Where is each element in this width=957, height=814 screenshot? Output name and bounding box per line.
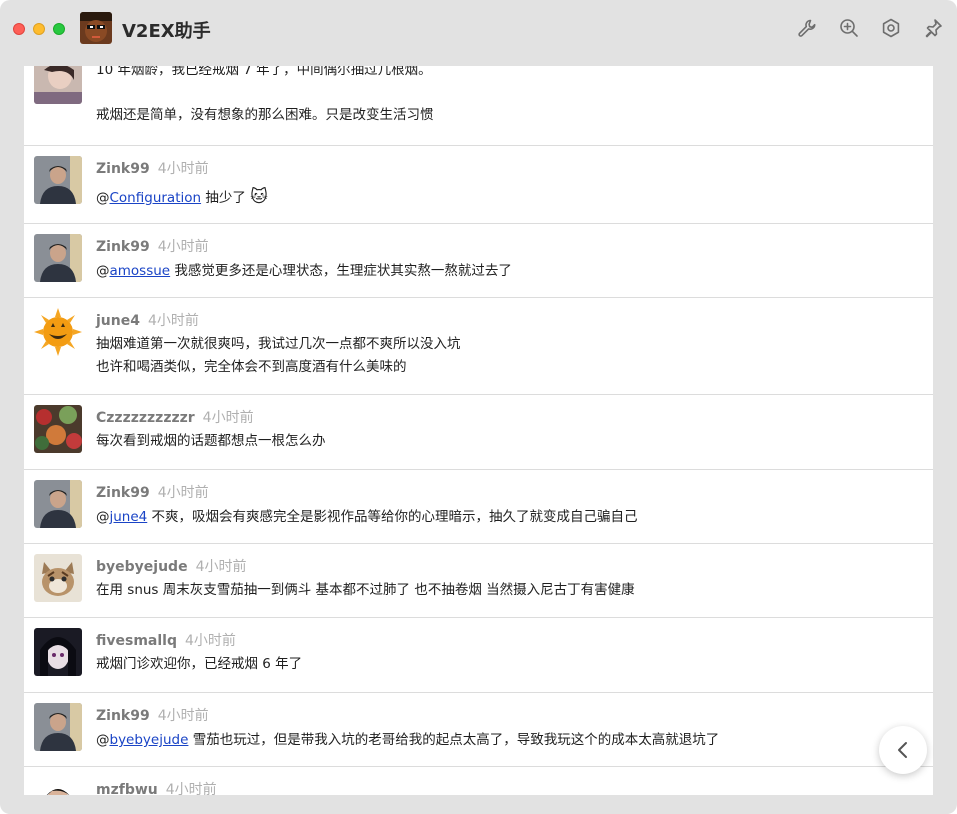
reply-text-body: 我感觉更多还是心理状态，生理症状其实熬一熬就过去了 — [170, 263, 512, 279]
username-link[interactable]: fivesmallq — [96, 633, 177, 649]
reply-item: byebyejude 4小时前 在用 snus 周末灰支雪茄抽一到俩斗 基本都不过… — [24, 544, 933, 618]
username-link[interactable]: Zink99 — [96, 708, 150, 724]
reply-text: 在用 snus 周末灰支雪茄抽一到俩斗 基本都不过肺了 也不抽卷烟 当然摄入尼古… — [96, 582, 635, 598]
user-avatar[interactable] — [34, 405, 82, 453]
reply-item: Czzzzzzzzzzr 4小时前 每次看到戒烟的话题都想点一根怎么办 — [24, 395, 933, 470]
app-window: V2EX助手 10 年烟龄，我已经戒烟 7 年了，中间偶尔抽过几根烟。 戒烟还是… — [0, 0, 957, 814]
zoom-in-icon[interactable] — [838, 17, 860, 39]
reply-time: 4小时前 — [157, 239, 209, 255]
reply-text: @byebyejude 雪茄也玩过，但是带我入坑的老哥给我的起点太高了，导致我玩… — [96, 729, 719, 752]
reply-text: 也许和喝酒类似，完全体会不到高度酒有什么美味的 — [96, 359, 407, 375]
user-avatar[interactable] — [34, 234, 82, 282]
username-link[interactable]: byebyejude — [96, 559, 188, 575]
user-avatar[interactable] — [34, 703, 82, 751]
reply-text: 10 年烟龄，我已经戒烟 7 年了，中间偶尔抽过几根烟。 — [96, 66, 432, 78]
user-avatar[interactable] — [34, 628, 82, 676]
at-sign: @ — [96, 509, 110, 525]
user-avatar[interactable] — [34, 308, 82, 356]
mention-link[interactable]: amossue — [110, 263, 171, 279]
username-link[interactable]: Czzzzzzzzzzr — [96, 410, 195, 426]
settings-icon[interactable] — [880, 17, 902, 39]
user-avatar[interactable] — [34, 66, 82, 104]
cat-emoji-icon: 🐱 — [250, 187, 268, 207]
username-link[interactable]: Zink99 — [96, 239, 150, 255]
reply-item: june4 4小时前 抽烟难道第一次就很爽吗，我试过几次一点都不爽所以没入坑 也许… — [24, 298, 933, 395]
reply-time: 4小时前 — [195, 559, 247, 575]
at-sign: @ — [96, 190, 110, 206]
reply-item: Zink99 4小时前 @byebyejude 雪茄也玩过，但是带我入坑的老哥给我… — [24, 693, 933, 767]
mention-link[interactable]: Configuration — [110, 190, 202, 206]
reply-text: 每次看到戒烟的话题都想点一根怎么办 — [96, 433, 326, 449]
reply-time: 4小时前 — [157, 161, 209, 177]
username-link[interactable]: june4 — [96, 313, 140, 329]
username-link[interactable]: mzfbwu — [96, 782, 158, 795]
reply-text-body: 不爽，吸烟会有爽感完全是影视作品等给你的心理暗示，抽久了就变成自己骗自己 — [147, 509, 638, 525]
minimize-window-button[interactable] — [33, 23, 45, 35]
at-sign: @ — [96, 732, 110, 748]
app-title: V2EX助手 — [122, 21, 211, 42]
user-avatar[interactable] — [34, 480, 82, 528]
reply-item: fivesmallq 4小时前 戒烟门诊欢迎你，已经戒烟 6 年了 — [24, 618, 933, 693]
reply-text-body: 抽少了 — [201, 190, 251, 206]
user-avatar[interactable] — [34, 777, 82, 795]
at-sign: @ — [96, 263, 110, 279]
mention-link[interactable]: june4 — [110, 509, 148, 525]
reply-item: mzfbwu 4小时前 — [24, 767, 933, 795]
reply-text: @june4 不爽，吸烟会有爽感完全是影视作品等给你的心理暗示，抽久了就变成自己… — [96, 506, 638, 529]
reply-time: 4小时前 — [147, 313, 199, 329]
wrench-icon[interactable] — [796, 17, 818, 39]
reply-item: Zink99 4小时前 @amossue 我感觉更多还是心理状态，生理症状其实熬一… — [24, 224, 933, 298]
app-logo-icon — [80, 12, 112, 44]
zoom-window-button[interactable] — [53, 23, 65, 35]
reply-time: 4小时前 — [165, 782, 217, 795]
reply-item: Zink99 4小时前 @Configuration 抽少了 🐱 — [24, 146, 933, 224]
reply-time: 4小时前 — [202, 410, 254, 426]
username-link[interactable]: Zink99 — [96, 485, 150, 501]
reply-text: 戒烟门诊欢迎你，已经戒烟 6 年了 — [96, 656, 303, 672]
username-link[interactable]: Zink99 — [96, 161, 150, 177]
reply-time: 4小时前 — [157, 485, 209, 501]
reply-text: @Configuration 抽少了 🐱 — [96, 186, 268, 210]
titlebar: V2EX助手 — [0, 0, 957, 58]
reply-time: 4小时前 — [185, 633, 236, 649]
pin-icon[interactable] — [922, 17, 944, 39]
reply-text: @amossue 我感觉更多还是心理状态，生理症状其实熬一熬就过去了 — [96, 260, 512, 283]
reply-text: 戒烟还是简单，没有想象的那么困难。只是改变生活习惯 — [96, 107, 434, 123]
reply-text: 抽烟难道第一次就很爽吗，我试过几次一点都不爽所以没入坑 — [96, 336, 461, 352]
reply-item: 10 年烟龄，我已经戒烟 7 年了，中间偶尔抽过几根烟。 戒烟还是简单，没有想象… — [24, 66, 933, 146]
reply-item: Zink99 4小时前 @june4 不爽，吸烟会有爽感完全是影视作品等给你的心理… — [24, 470, 933, 544]
mention-link[interactable]: byebyejude — [110, 732, 189, 748]
close-window-button[interactable] — [13, 23, 25, 35]
back-button[interactable] — [879, 726, 927, 774]
reply-list[interactable]: 10 年烟龄，我已经戒烟 7 年了，中间偶尔抽过几根烟。 戒烟还是简单，没有想象… — [24, 66, 933, 795]
reply-text-body: 雪茄也玩过，但是带我入坑的老哥给我的起点太高了，导致我玩这个的成本太高就退坑了 — [188, 732, 720, 748]
user-avatar[interactable] — [34, 156, 82, 204]
user-avatar[interactable] — [34, 554, 82, 602]
chevron-left-icon — [898, 742, 907, 758]
reply-time: 4小时前 — [157, 708, 209, 724]
